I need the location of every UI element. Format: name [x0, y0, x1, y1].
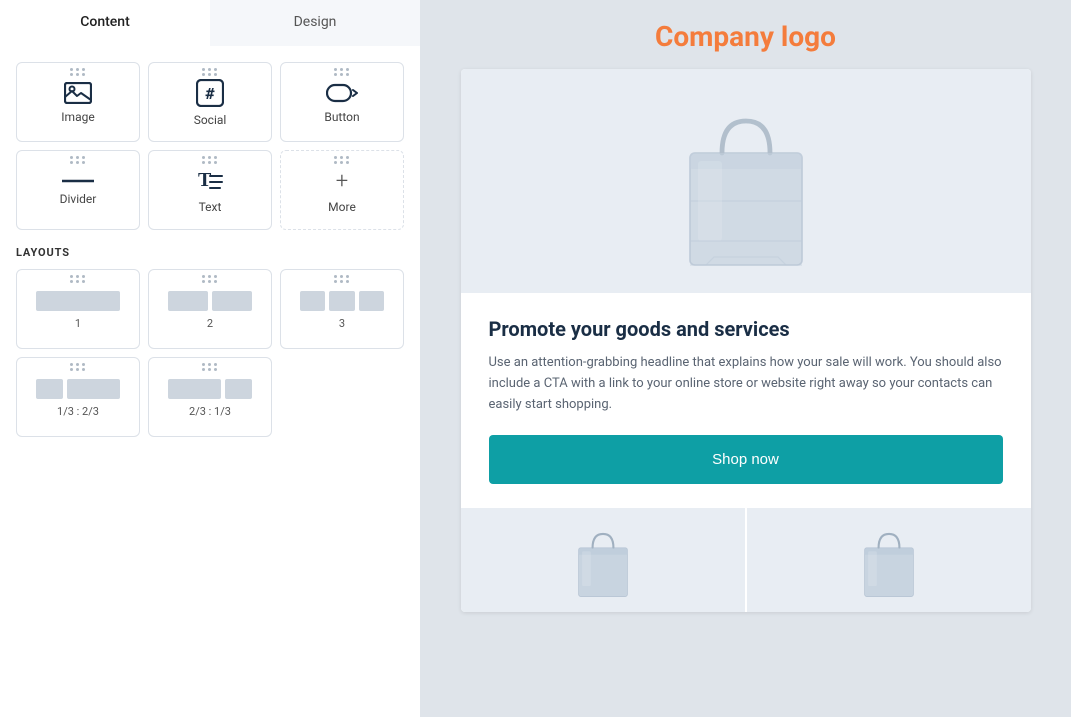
layout-card-2[interactable]: 2	[148, 269, 272, 349]
bottom-bag-left	[568, 520, 638, 600]
layouts-section-title: LAYOUTS	[16, 246, 404, 259]
component-label-social: Social	[194, 113, 227, 127]
more-icon: +	[336, 169, 348, 194]
email-bottom-col-left	[461, 508, 747, 612]
social-icon: #	[196, 79, 224, 107]
drag-handle	[334, 156, 350, 164]
left-panel: Content Design Image	[0, 0, 420, 717]
component-card-image[interactable]: Image	[16, 62, 140, 142]
bottom-bag-right	[854, 520, 924, 600]
layout-label-3: 3	[339, 317, 345, 330]
tabs: Content Design	[0, 0, 420, 46]
component-card-text[interactable]: T Text	[148, 150, 272, 230]
component-label-divider: Divider	[60, 192, 97, 206]
drag-handle	[202, 275, 218, 283]
component-card-button[interactable]: Button	[280, 62, 404, 142]
drag-handle	[70, 68, 86, 76]
drag-handle	[202, 156, 218, 164]
layout-preview-3	[300, 291, 385, 311]
button-icon	[326, 82, 358, 104]
layout-preview-1-3-2-3	[36, 379, 121, 399]
layout-card-1[interactable]: 1	[16, 269, 140, 349]
component-card-more[interactable]: + More	[280, 150, 404, 230]
email-hero	[461, 69, 1031, 293]
right-panel: Company logo Promote your goods and serv…	[420, 0, 1071, 717]
divider-icon	[62, 176, 94, 186]
email-preview: Promote your goods and services Use an a…	[461, 69, 1031, 612]
layout-card-1-3-2-3[interactable]: 1/3 : 2/3	[16, 357, 140, 437]
layout-card-2-3-1-3[interactable]: 2/3 : 1/3	[148, 357, 272, 437]
layout-card-3[interactable]: 3	[280, 269, 404, 349]
email-bottom-col-right	[747, 508, 1031, 612]
layout-grid: 1 2	[16, 269, 404, 437]
layout-label-1: 1	[75, 317, 81, 330]
drag-handle	[70, 363, 86, 371]
component-card-divider[interactable]: Divider	[16, 150, 140, 230]
drag-handle	[334, 275, 350, 283]
drag-handle	[70, 156, 86, 164]
drag-handle	[202, 68, 218, 76]
component-label-more: More	[328, 200, 356, 214]
tab-design[interactable]: Design	[210, 0, 420, 46]
company-logo: Company logo	[655, 20, 836, 53]
layout-preview-2	[168, 291, 253, 311]
component-label-text: Text	[199, 200, 222, 214]
drag-handle	[202, 363, 218, 371]
layout-label-1-3-2-3: 1/3 : 2/3	[57, 405, 99, 418]
drag-handle	[70, 275, 86, 283]
component-card-social[interactable]: # Social	[148, 62, 272, 142]
layout-label-2: 2	[207, 317, 213, 330]
tab-content[interactable]: Content	[0, 0, 210, 46]
component-label-image: Image	[61, 110, 94, 124]
image-icon	[64, 82, 92, 104]
layout-preview-1	[36, 291, 121, 311]
panel-body: Image # Social	[0, 46, 420, 453]
cta-button[interactable]: Shop now	[489, 435, 1003, 484]
email-headline: Promote your goods and services	[489, 317, 1003, 341]
layout-preview-2-3-1-3	[168, 379, 253, 399]
email-content: Promote your goods and services Use an a…	[461, 293, 1031, 508]
shopping-bag-illustration	[666, 89, 826, 273]
component-grid: Image # Social	[16, 62, 404, 230]
component-label-button: Button	[324, 110, 359, 124]
email-body-text: Use an attention-grabbing headline that …	[489, 353, 1003, 415]
drag-handle	[334, 68, 350, 76]
text-icon: T	[196, 168, 224, 194]
email-bottom	[461, 508, 1031, 612]
layout-label-2-3-1-3: 2/3 : 1/3	[189, 405, 231, 418]
svg-text:#: #	[205, 85, 214, 103]
